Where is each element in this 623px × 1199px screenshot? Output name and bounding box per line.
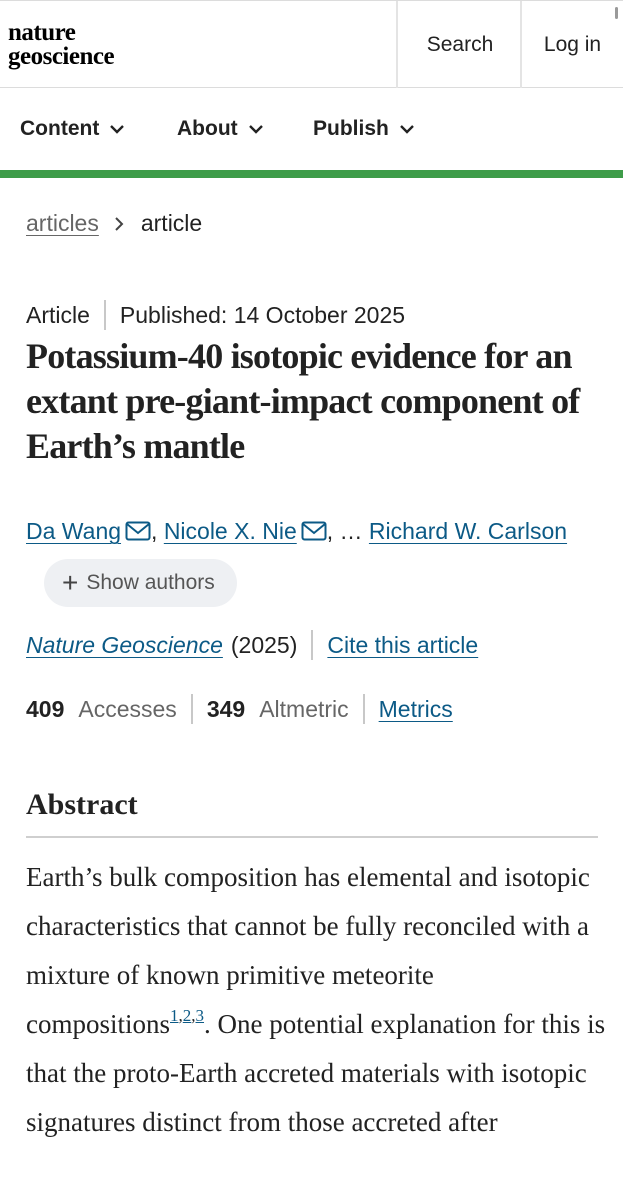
- author-link-richard-carlson[interactable]: Richard W. Carlson: [369, 518, 567, 544]
- author-link-nicole-nie[interactable]: Nicole X. Nie: [164, 518, 297, 544]
- breadcrumb-articles-link[interactable]: articles: [26, 210, 99, 237]
- nav-content-menu[interactable]: Content: [20, 88, 125, 170]
- article-type: Article: [26, 301, 90, 328]
- nav-publish-menu[interactable]: Publish: [313, 88, 415, 170]
- chevron-down-icon: [248, 125, 263, 134]
- author-ellipsis: , …: [326, 518, 363, 544]
- abstract-divider: [26, 836, 598, 838]
- chevron-down-icon: [110, 125, 125, 134]
- reference-link-3[interactable]: 3: [196, 1006, 205, 1025]
- article-title: Potassium-40 isotopic evidence for an ex…: [26, 336, 580, 466]
- accesses-label: Accesses: [78, 695, 177, 722]
- divider: [311, 630, 314, 660]
- cite-article-link[interactable]: Cite this article: [327, 632, 478, 659]
- mail-icon[interactable]: [125, 521, 151, 541]
- journal-link[interactable]: Nature Geoscience: [26, 632, 223, 659]
- abstract-text: Earth’s bulk composition has elemental a…: [26, 853, 606, 1147]
- metrics-link[interactable]: Metrics: [379, 696, 453, 723]
- altmetric-count: 349: [206, 695, 246, 722]
- breadcrumb: articles article: [26, 210, 202, 237]
- accesses-count: 409: [26, 695, 65, 722]
- logo-line-1: nature: [8, 19, 76, 46]
- author-link-da-wang[interactable]: Da Wang: [26, 518, 121, 544]
- logo-line-2: geoscience: [8, 43, 115, 70]
- reference-superscripts: 1,2,3: [170, 1006, 205, 1025]
- citation-line: Nature Geoscience (2025) Cite this artic…: [26, 630, 478, 660]
- publication-year: (2025): [230, 631, 298, 658]
- accent-divider: [0, 170, 623, 178]
- divider: [103, 300, 106, 330]
- nav-content-label: Content: [20, 117, 100, 140]
- show-authors-label: Show authors: [86, 570, 215, 594]
- chevron-down-icon: [399, 125, 414, 134]
- nav-about-menu[interactable]: About: [177, 88, 264, 170]
- show-authors-button[interactable]: + Show authors: [44, 558, 237, 607]
- main-nav: Content About Publish: [0, 88, 623, 170]
- divider: [362, 694, 365, 724]
- nav-about-label: About: [177, 117, 238, 140]
- published-date: Published: 14 October 2025: [119, 301, 406, 328]
- reference-link-1[interactable]: 1: [170, 1006, 179, 1025]
- site-header: nature geoscience Search Log in: [0, 0, 623, 88]
- mail-icon[interactable]: [301, 521, 327, 541]
- divider: [190, 694, 193, 724]
- nature-geoscience-logo[interactable]: nature geoscience: [8, 19, 115, 70]
- altmetric-label: Altmetric: [259, 695, 349, 722]
- author-list: Da Wang, Nicole X. Nie, … Richard W. Car…: [26, 506, 606, 607]
- article-meta: Article Published: 14 October 2025: [26, 300, 405, 330]
- abstract-heading: Abstract: [26, 788, 138, 821]
- breadcrumb-current: article: [140, 210, 203, 236]
- plus-icon: +: [62, 566, 79, 598]
- chevron-right-icon: [115, 216, 124, 231]
- login-button[interactable]: Log in: [520, 1, 623, 88]
- nav-publish-label: Publish: [313, 117, 389, 140]
- reference-link-2[interactable]: 2: [183, 1006, 192, 1025]
- metrics-line: 409 Accesses 349 Altmetric Metrics: [26, 694, 453, 724]
- search-button[interactable]: Search: [396, 1, 522, 88]
- scroll-indicator: [615, 7, 618, 19]
